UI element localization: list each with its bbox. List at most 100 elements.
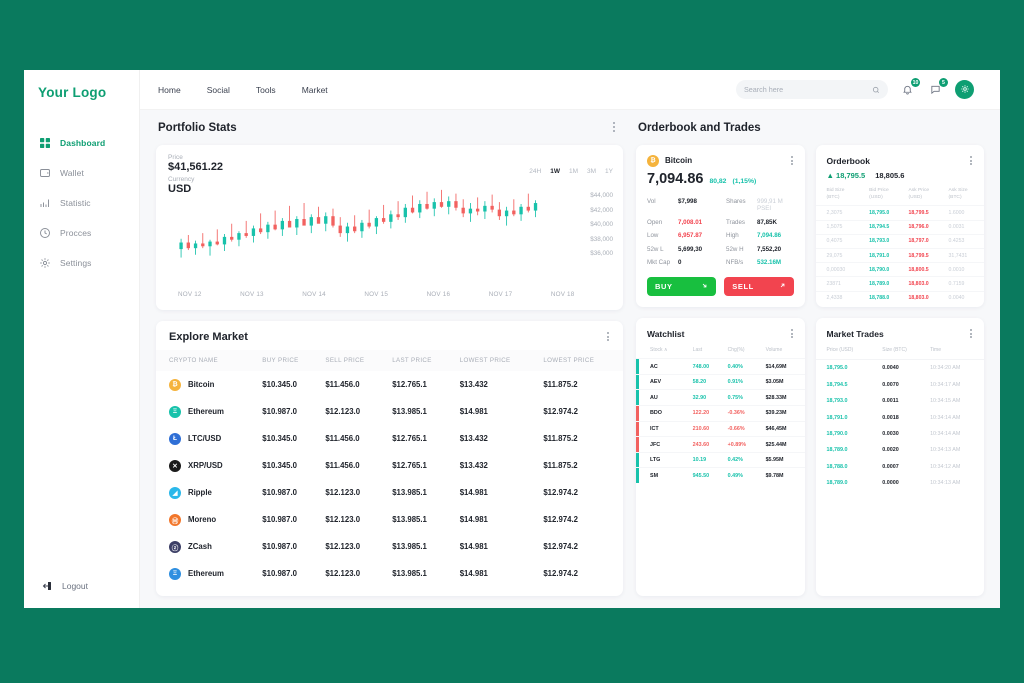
range-3m[interactable]: 3M — [587, 168, 596, 175]
coin-name: ZCash — [188, 542, 212, 552]
table-row[interactable]: 0,00030 18,790.0 18,800.5 0.0010 — [815, 262, 984, 277]
stat-value-2: 7,094.86 — [757, 232, 782, 240]
range-1y[interactable]: 1Y — [605, 168, 613, 175]
explore-market-table: CRYPTO NAME BUY PRICE SELL PRICE LAST PRICE… — [156, 350, 623, 587]
table-row[interactable]: 23871 18,789.0 18,803.0 0.7159 — [815, 276, 984, 291]
volume-cell: $25.44M — [765, 441, 787, 448]
table-row[interactable]: SM 945.50 0.49% $9.78M — [636, 467, 805, 483]
size-cell: 0.0011 — [882, 398, 899, 405]
sidebar-item-wallet[interactable]: Wallet — [24, 160, 139, 185]
bitcoin-menu-button[interactable] — [789, 154, 795, 167]
table-row[interactable]: 29,075 18,791.0 18,799.5 31,7431 — [815, 248, 984, 262]
table-row[interactable]: 18,793.0 0.0011 10:34:15 AM — [816, 393, 985, 409]
table-row[interactable]: Ł LTC/USD $10.345.0 $11.456.0 $12.765.1 $13.4… — [156, 425, 623, 452]
table-row[interactable]: AEV 58.20 0.91% $3.05M — [636, 374, 805, 390]
stock-cell: SM — [636, 468, 690, 483]
table-row[interactable]: JFC 243.60 +0.89% $25.44M — [636, 436, 805, 453]
table-row[interactable]: ₿ Bitcoin $10.345.0 $11.456.0 $12.765.1 $13.4… — [156, 371, 623, 398]
stat-value-2: 87,85K — [757, 218, 777, 226]
table-row[interactable]: LTG 10.19 0.42% $5.95M — [636, 452, 805, 468]
buy-button[interactable]: BUY — [647, 277, 717, 297]
market-trades-menu-button[interactable] — [968, 327, 974, 340]
market-trades-table: Price (USD) Size (BTC) Time 18,795.0 0.0040… — [815, 344, 985, 491]
right-column: Orderbook and Trades ₿ Bitcoin 7,094.86 … — [636, 120, 984, 596]
table-row[interactable]: 18,788.0 0.0007 10:34:12 AM — [816, 459, 985, 475]
table-row[interactable]: 18,789.0 0.0000 10:34:13 AM — [816, 475, 985, 491]
candlestick-chart: $44,000 $42,000 $40,000 $38,000 $36,000 — [168, 184, 613, 288]
table-row[interactable]: 1,5075 18,794.5 18,796.0 0.0031 — [815, 220, 984, 234]
table-row[interactable]: 18,789.0 0.0020 10:34:13 AM — [816, 442, 985, 458]
ask-size-cell: 0.0031 — [948, 224, 965, 231]
stat-key-2: NFB/s — [726, 258, 744, 266]
time-cell: 10:34:13 AM — [930, 480, 961, 487]
price-cell: 18,793.0 — [826, 398, 848, 405]
column-header: Stock ∧ — [650, 347, 668, 354]
sidebar-item-procces[interactable]: Procces — [24, 220, 139, 245]
notifications-badge: 10 — [911, 78, 920, 87]
table-row[interactable]: ✕ XRP/USD $10.345.0 $11.456.0 $12.765.1 $13.4… — [156, 452, 623, 479]
search-icon — [872, 81, 880, 99]
sidebar-item-statistic[interactable]: Statistic — [24, 190, 139, 215]
bitcoin-change: 80,82 — [709, 178, 727, 186]
sidebar-item-settings[interactable]: Settings — [24, 250, 139, 275]
table-row[interactable]: ICT 210.60 -0.66% $46,45M — [636, 421, 805, 437]
sell-button[interactable]: SELL — [724, 277, 794, 297]
settings-button[interactable] — [955, 80, 974, 99]
x-tick-label: NOV 16 — [426, 291, 451, 298]
last-cell: 748.00 — [692, 363, 710, 370]
stat-key: Vol — [647, 198, 656, 206]
table-row[interactable]: 0,4075 18,793.0 18,797.0 0.4253 — [815, 234, 984, 248]
lowest-price-2-cell: $11.875.2 — [543, 434, 578, 444]
sell-price-cell: $12.123.0 — [325, 488, 361, 498]
price-cell: 18,789.0 — [826, 480, 848, 487]
sidebar-item-dashboard[interactable]: Dashboard — [24, 130, 139, 155]
menu-item-market[interactable]: Market — [302, 85, 328, 95]
last-cell: 243.60 — [692, 441, 710, 448]
table-row[interactable]: ⓩ ZCash $10.987.0 $12.123.0 $13.985.1 $14.981… — [156, 533, 623, 560]
search-input[interactable] — [744, 85, 872, 94]
messages-button[interactable]: 5 — [927, 78, 948, 98]
table-row[interactable]: ◢ Ripple $10.987.0 $12.123.0 $13.985.1 $14.98… — [156, 479, 623, 506]
explore-menu-button[interactable] — [605, 330, 611, 343]
coin-name: Ethereum — [188, 407, 224, 417]
ask-price-cell: 18,800.5 — [908, 266, 929, 273]
range-24h[interactable]: 24H — [529, 168, 541, 175]
logout-button[interactable]: Logout — [24, 579, 139, 592]
table-row[interactable]: Ⓜ Moreno $10.987.0 $12.123.0 $13.985.1 $14.98… — [156, 506, 623, 533]
logout-label: Logout — [62, 580, 88, 591]
change-cell: 0.42% — [727, 457, 743, 464]
watchlist-menu-button[interactable] — [789, 327, 795, 340]
bitcoin-price: 7,094.86 — [647, 171, 704, 188]
stat-value-2: 999,91 M PSEI — [757, 198, 783, 213]
time-cell: 10:34:20 AM — [930, 365, 961, 372]
coin-name: Moreno — [188, 515, 217, 525]
table-row[interactable]: 18,795.0 0.0040 10:34:20 AM — [816, 360, 985, 377]
stock-cell: AU — [636, 390, 690, 406]
change-cell: 0.75% — [727, 394, 743, 401]
table-row[interactable]: 18,794.5 0.0070 10:34:17 AM — [816, 377, 985, 393]
stat-row: Mkt Cap 0 NFB/s 532.16M — [647, 256, 795, 269]
clock-icon — [38, 226, 51, 239]
table-row[interactable]: Ξ Ethereum $10.987.0 $12.123.0 $13.985.1 $14.… — [156, 560, 623, 587]
orderbook-menu-button[interactable] — [968, 154, 974, 167]
table-row[interactable]: 18,790.0 0.0030 10:34:14 AM — [816, 426, 985, 442]
search-box[interactable] — [736, 80, 888, 99]
portfolio-menu-button[interactable] — [611, 120, 617, 133]
price-cell: 18,788.0 — [826, 463, 848, 470]
table-row[interactable]: Ξ Ethereum $10.987.0 $12.123.0 $13.985.1 $14.… — [156, 398, 623, 425]
table-row[interactable]: 2,3075 18,795.0 18,799.5 1.6000 — [815, 205, 984, 220]
menu-item-home[interactable]: Home — [158, 85, 181, 95]
menu-item-tools[interactable]: Tools — [256, 85, 276, 95]
range-1w[interactable]: 1W — [550, 168, 560, 175]
change-cell: -0.36% — [727, 410, 745, 417]
table-row[interactable]: BDO 122.20 -0.36% $39.23M — [636, 405, 805, 422]
menu-item-social[interactable]: Social — [207, 85, 230, 95]
table-row[interactable]: 18,791.0 0.0018 10:34:14 AM — [816, 409, 985, 425]
range-1m[interactable]: 1M — [569, 168, 578, 175]
table-row[interactable]: 2,4338 18,788.0 18,803.0 0.0040 — [815, 291, 984, 305]
arrow-up-right-icon — [779, 282, 786, 291]
notifications-button[interactable]: 10 — [899, 78, 920, 98]
price-cell: 18,790.0 — [826, 430, 848, 437]
table-row[interactable]: AC 748.00 0.40% $14,69M — [636, 358, 805, 375]
table-row[interactable]: AU 32.90 0.75% $28.33M — [636, 389, 805, 406]
